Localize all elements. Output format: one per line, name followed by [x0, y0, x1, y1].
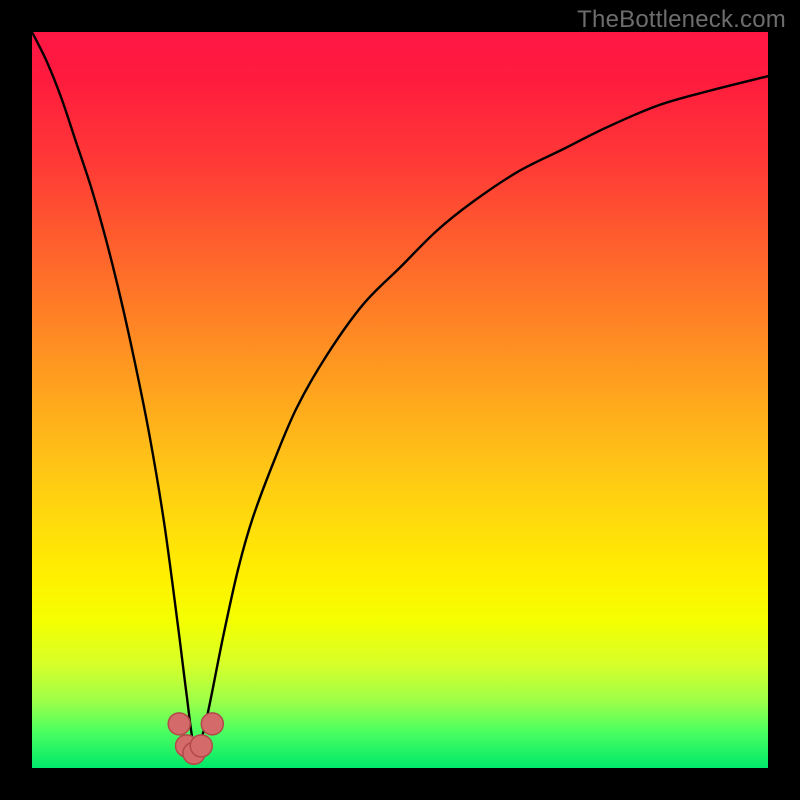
bottleneck-curve: [32, 32, 768, 749]
watermark-label: TheBottleneck.com: [577, 6, 786, 34]
minimum-markers: [168, 713, 223, 764]
min-marker: [190, 735, 212, 757]
min-marker: [168, 713, 190, 735]
chart-frame: TheBottleneck.com: [0, 0, 800, 800]
min-marker: [201, 713, 223, 735]
curve-layer: [32, 32, 768, 768]
plot-area: [32, 32, 768, 768]
